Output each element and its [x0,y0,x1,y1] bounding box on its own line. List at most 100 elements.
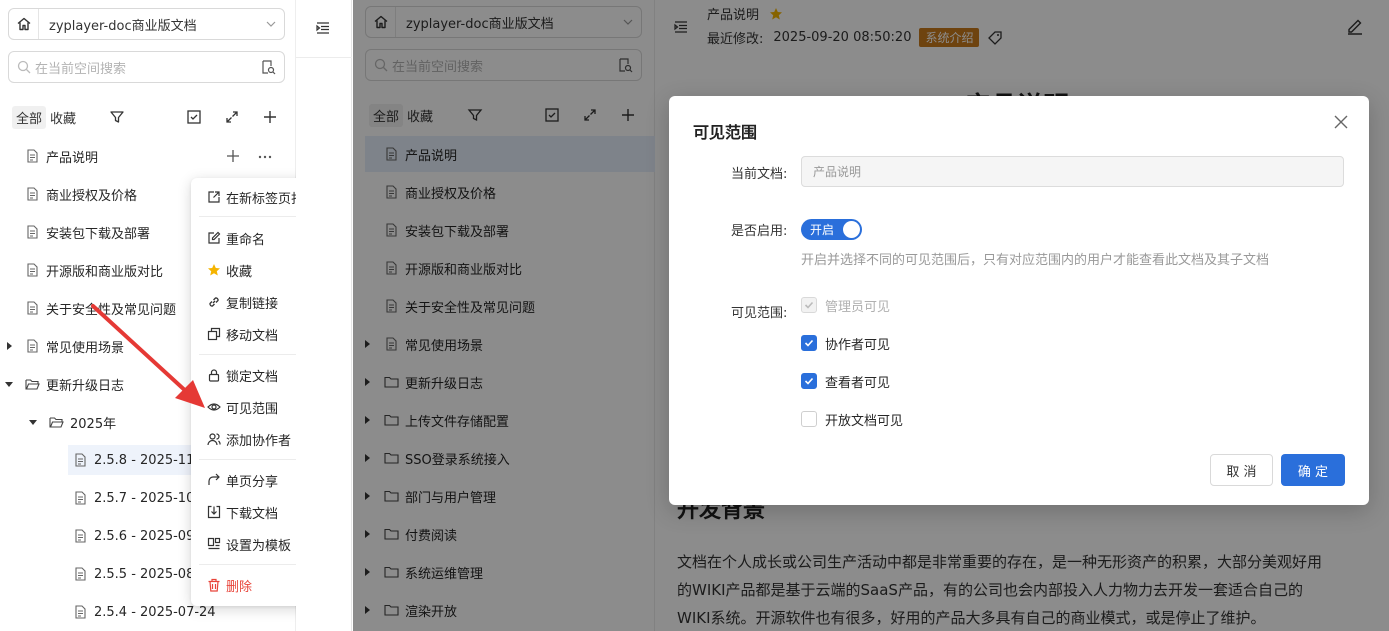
tree-item-label: 2.5.6 - 2025-09- [94,528,200,544]
document-icon [72,604,88,620]
checkbox-viewer[interactable] [801,373,817,389]
enable-label: 是否启用: [731,224,788,239]
share-icon [207,473,221,487]
menu-label: 移动文档 [226,328,279,344]
checkbox-select-icon[interactable] [184,107,204,127]
document-icon [72,452,88,468]
tree-item-label: 商业授权及价格 [46,188,138,204]
option-label: 管理员可见 [825,299,891,315]
menu-label: 锁定文档 [226,369,279,385]
tree-item-label: 开源版和商业版对比 [46,264,164,280]
tree-item-label: 安装包下载及部署 [46,226,151,242]
tree-item[interactable]: 2.5.7 - 2025-10- [72,486,199,510]
search-placeholder: 在当前空间搜索 [35,61,127,77]
add-icon[interactable] [260,107,280,127]
add-child-icon[interactable] [223,146,243,166]
filter-tabs: 全部 收藏 [12,105,80,129]
download-icon [207,505,221,519]
checkbox-collaborator[interactable] [801,335,817,351]
option-label: 查看者可见 [825,375,891,391]
tree-item-label: 2.5.7 - 2025-10- [94,490,200,506]
chevron-down-icon [258,18,284,30]
enable-switch[interactable]: 开启 [801,219,862,240]
menu-label: 复制链接 [226,296,279,312]
confirm-button[interactable]: 确 定 [1281,454,1345,486]
option-admin: 管理员可见 [801,295,890,315]
tab-all[interactable]: 全部 [12,105,47,129]
user-add-icon [207,432,221,446]
menu-label: 删除 [226,579,253,595]
tree-item[interactable]: 开源版和商业版对比 [24,258,163,282]
menu-label: 重命名 [226,232,266,248]
filter-icon[interactable] [107,107,127,127]
option-open-doc[interactable]: 开放文档可见 [801,409,903,429]
caret-down-icon[interactable] [4,379,14,389]
divider [296,57,352,58]
document-icon [72,566,88,582]
menu-label: 收藏 [226,264,253,280]
cancel-button[interactable]: 取 消 [1210,454,1273,486]
option-label: 协作者可见 [825,337,891,353]
doc-search-icon[interactable] [260,59,276,75]
checkbox-open-doc[interactable] [801,411,817,427]
current-doc-field: 产品说明 [801,156,1344,187]
folder-open-icon [48,414,64,430]
folder-open-icon [24,376,40,392]
switch-text: 开启 [810,223,835,237]
document-icon [72,490,88,506]
tree-item-label: 产品说明 [46,150,99,166]
visibility-dialog: 可见范围 当前文档: 产品说明 是否启用: 开启 开启并选择不同的可见范围后，只… [669,96,1369,505]
annotation-arrow [91,304,205,408]
tree-item-product-intro[interactable]: 产品说明 [24,144,98,168]
tree-item[interactable]: 安装包下载及部署 [24,220,150,244]
dialog-title: 可见范围 [693,123,758,142]
menu-label: 下载文档 [226,506,279,522]
editor-strip [296,0,352,631]
option-collaborator[interactable]: 协作者可见 [801,333,890,353]
menu-label: 添加协作者 [226,433,292,449]
trash-icon [207,578,221,592]
search-input[interactable]: 在当前空间搜索 [8,51,285,83]
tree-item-label: 2.5.8 - 2025-11- [94,452,200,468]
option-label: 开放文档可见 [825,413,904,429]
edit-icon [207,231,221,245]
hint-text: 开启并选择不同的可见范围后，只有对应范围内的用户才能查看此文档及其子文档 [801,253,1270,268]
scope-label: 可见范围: [731,306,788,321]
document-icon [24,262,40,278]
tree-item[interactable]: 商业授权及价格 [24,182,137,206]
more-icon[interactable] [255,146,275,166]
outline-icon[interactable] [313,18,333,38]
external-link-icon [207,190,221,204]
menu-label: 设置为模板 [226,538,292,554]
tree-item[interactable]: 2.5.8 - 2025-11- [72,448,199,472]
home-icon[interactable] [9,9,39,39]
search-icon [17,60,31,74]
caret-down-icon[interactable] [28,417,38,427]
current-doc-label: 当前文档: [731,167,788,182]
tree-item[interactable]: 2.5.5 - 2025-08- [72,562,199,586]
tab-favorites[interactable]: 收藏 [46,106,80,129]
current-doc-value: 产品说明 [813,165,862,179]
tree-item-label: 2.5.5 - 2025-08- [94,566,200,582]
close-icon[interactable] [1333,114,1349,130]
document-icon [24,338,40,354]
option-viewer[interactable]: 查看者可见 [801,371,890,391]
space-name: zyplayer-doc商业版文档 [49,18,197,34]
tree-item-label: 2025年 [70,416,117,432]
star-icon [207,263,221,277]
menu-label: 单页分享 [226,474,279,490]
document-icon [24,148,40,164]
document-icon [24,186,40,202]
expand-icon[interactable] [222,107,242,127]
tree-item-label: 2.5.4 - 2025-07-24 [94,604,216,620]
space-selector[interactable]: zyplayer-doc商业版文档 [8,8,285,40]
caret-right-icon[interactable] [4,341,14,351]
template-icon [207,537,221,551]
document-icon [24,224,40,240]
switch-knob [843,221,860,238]
menu-label: 可见范围 [226,401,279,417]
document-icon [72,528,88,544]
checkbox-admin [801,297,817,313]
tree-item[interactable]: 2.5.6 - 2025-09- [72,524,199,548]
document-icon [24,300,40,316]
